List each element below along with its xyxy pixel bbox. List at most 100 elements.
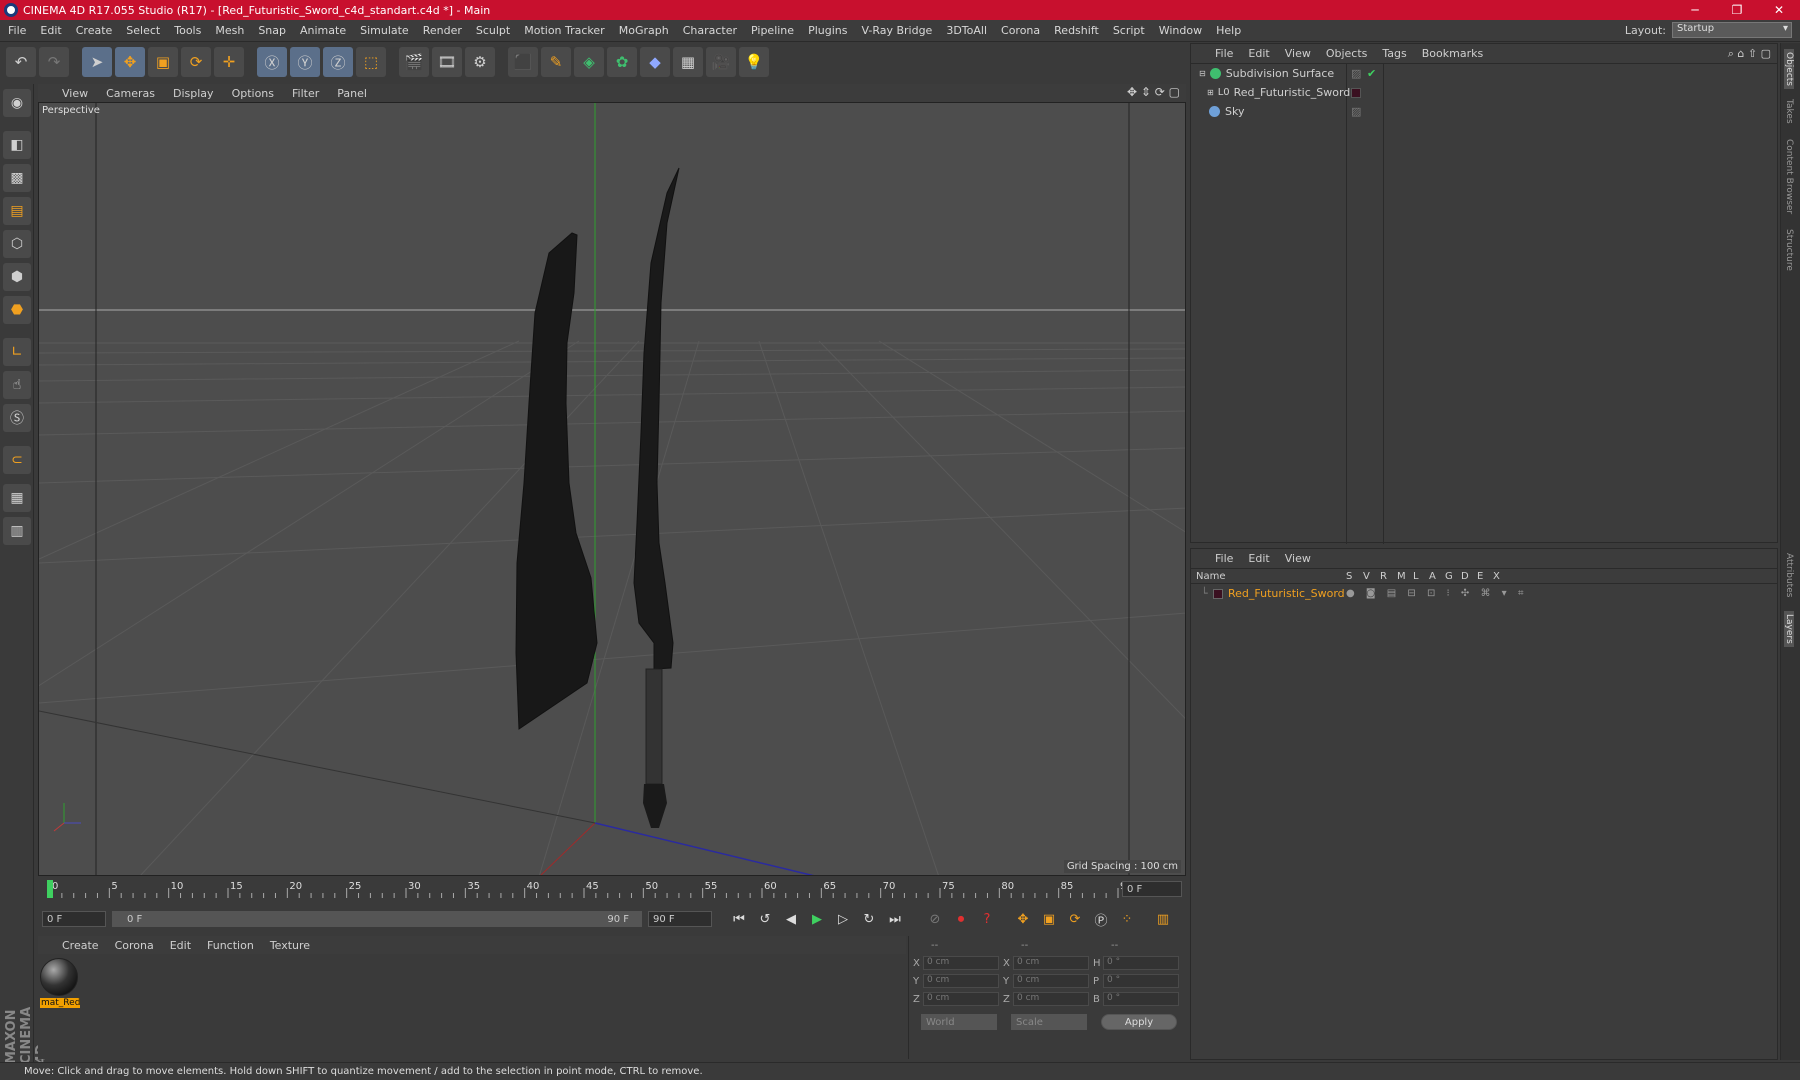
keyframe-selection-icon[interactable]: ? [976,908,998,930]
timeline-ruler[interactable]: 051015202530354045505560657075808590 0 F [38,878,1186,902]
visibility-dots-icon[interactable]: ▨ [1351,67,1361,80]
enabled-check-icon[interactable]: ✔ [1367,67,1376,80]
world-select[interactable]: World [921,1014,997,1030]
menu-file[interactable]: File [8,24,26,37]
objects-menu-tags[interactable]: Tags [1382,47,1406,60]
menu-tools[interactable]: Tools [174,24,201,37]
model-mode-icon[interactable]: ◧ [3,131,31,159]
coordinate-system-icon[interactable]: ⬚ [356,47,386,77]
tab-attributes[interactable]: Attributes [1784,553,1794,597]
material-menu-create[interactable]: Create [62,939,99,952]
objects-menu-view[interactable]: View [1285,47,1311,60]
material-menu-corona[interactable]: Corona [115,939,154,952]
viewport-menu-cameras[interactable]: Cameras [106,87,155,100]
texture-mode-icon[interactable]: ▩ [3,164,31,192]
menu-vray-bridge[interactable]: V-Ray Bridge [861,24,932,37]
record-keys-disabled-icon[interactable]: ⊘ [924,908,946,930]
go-to-end-icon[interactable]: ⏭ [884,908,906,930]
menu-snap[interactable]: Snap [258,24,286,37]
objects-menu-objects[interactable]: Objects [1326,47,1368,60]
frame-range-slider[interactable]: 0 F 90 F [112,911,642,927]
undo-icon[interactable]: ↶ [6,47,36,77]
layer-color-swatch[interactable] [1213,588,1223,599]
menu-plugins[interactable]: Plugins [808,24,847,37]
menu-render[interactable]: Render [423,24,462,37]
move-icon[interactable]: ✥ [115,47,145,77]
menu-window[interactable]: Window [1159,24,1202,37]
menu-redshift[interactable]: Redshift [1054,24,1099,37]
previous-frame-icon[interactable]: ◀ [780,908,802,930]
playhead[interactable] [47,880,53,898]
material-menu-function[interactable]: Function [207,939,254,952]
render-view-icon[interactable]: 🎬 [399,47,429,77]
menu-motion-tracker[interactable]: Motion Tracker [524,24,604,37]
rotate-icon[interactable]: ⟳ [181,47,211,77]
tab-takes[interactable]: Takes [1784,99,1794,124]
next-key-icon[interactable]: ↻ [858,908,880,930]
select-cursor-icon[interactable]: ➤ [82,47,112,77]
objects-menu-edit[interactable]: Edit [1248,47,1269,60]
layer-row[interactable]: └ Red_Futuristic_Sword ● ◙ ▤ ⊟ ⊡ ⁝ ✣ ⌘ ▾… [1191,584,1777,603]
start-frame-field[interactable]: 0 F [42,911,106,927]
material-menu-texture[interactable]: Texture [270,939,310,952]
menu-sculpt[interactable]: Sculpt [476,24,510,37]
key-parameter-icon[interactable]: Ⓟ [1090,908,1112,930]
apply-button[interactable]: Apply [1101,1014,1177,1030]
scale-select[interactable]: Scale [1011,1014,1087,1030]
key-pla-icon[interactable]: ⁘ [1116,908,1138,930]
grid-lock-icon[interactable]: ▦ [3,484,31,512]
edges-mode-icon[interactable]: ⬢ [3,263,31,291]
viewport-menu-view[interactable]: View [62,87,88,100]
menu-edit[interactable]: Edit [40,24,61,37]
layers-menu-edit[interactable]: Edit [1248,552,1269,565]
points-mode-icon[interactable]: ⬡ [3,230,31,258]
rotation-h-field[interactable]: 0 ° [1103,956,1179,970]
tweak-icon[interactable]: ☝ [3,371,31,399]
maximize-icon[interactable]: ❐ [1716,0,1758,20]
menu-mesh[interactable]: Mesh [215,24,244,37]
rotation-p-field[interactable]: 0 ° [1103,974,1179,988]
workplane-icon[interactable]: ▤ [3,197,31,225]
layers-menu-view[interactable]: View [1285,552,1311,565]
viewport-menu-display[interactable]: Display [173,87,214,100]
cube-icon[interactable]: ⬛ [508,47,538,77]
redo-icon[interactable]: ↷ [39,47,69,77]
menu-character[interactable]: Character [683,24,737,37]
pen-spline-icon[interactable]: ✎ [541,47,571,77]
previous-key-icon[interactable]: ↺ [754,908,776,930]
subdivision-icon[interactable]: ◈ [574,47,604,77]
menu-animate[interactable]: Animate [300,24,346,37]
snap-grid-icon[interactable]: ▥ [3,517,31,545]
menu-mograph[interactable]: MoGraph [619,24,669,37]
tab-structure[interactable]: Structure [1784,229,1794,271]
play-icon[interactable]: ▶ [806,908,828,930]
object-row[interactable]: ⊞ L0 Red_Futuristic_Sword [1191,83,1777,102]
make-editable-icon[interactable]: ◉ [3,89,31,117]
tab-layers[interactable]: Layers [1784,611,1794,647]
current-frame-field[interactable]: 0 F [1122,881,1182,897]
sword-pommel[interactable] [643,784,667,828]
transform-icon[interactable]: ✛ [214,47,244,77]
menu-3dtoall[interactable]: 3DToAll [946,24,987,37]
end-frame-field[interactable]: 90 F [648,911,712,927]
z-axis-icon[interactable]: Ⓩ [323,47,353,77]
menu-create[interactable]: Create [76,24,113,37]
viewport-menu-filter[interactable]: Filter [292,87,319,100]
object-manager-search-icons[interactable]: ⌕ ⌂ ⇧ ▢ [1728,47,1771,61]
key-position-icon[interactable]: ✥ [1012,908,1034,930]
render-picture-viewer-icon[interactable]: 🎞 [432,47,462,77]
material-swatch[interactable]: mat_Red [40,958,80,1012]
size-y-field[interactable]: 0 cm [1013,974,1089,988]
perspective-viewport[interactable]: Perspective Grid Spacing : 100 cm [38,102,1186,876]
object-row[interactable]: ⊟ Subdivision Surface ▨ ✔ [1191,64,1777,83]
material-menu-edit[interactable]: Edit [170,939,191,952]
position-x-field[interactable]: 0 cm [923,956,999,970]
solo-icon[interactable]: Ⓢ [3,404,31,432]
menu-corona[interactable]: Corona [1001,24,1040,37]
expand-icon[interactable]: ⊞ [1207,88,1214,97]
timeline-window-icon[interactable]: ▥ [1152,908,1174,930]
objects-menu-file[interactable]: File [1215,47,1233,60]
size-x-field[interactable]: 0 cm [1013,956,1089,970]
tab-content-browser[interactable]: Content Browser [1784,139,1794,214]
camera-icon[interactable]: 🎥 [706,47,736,77]
